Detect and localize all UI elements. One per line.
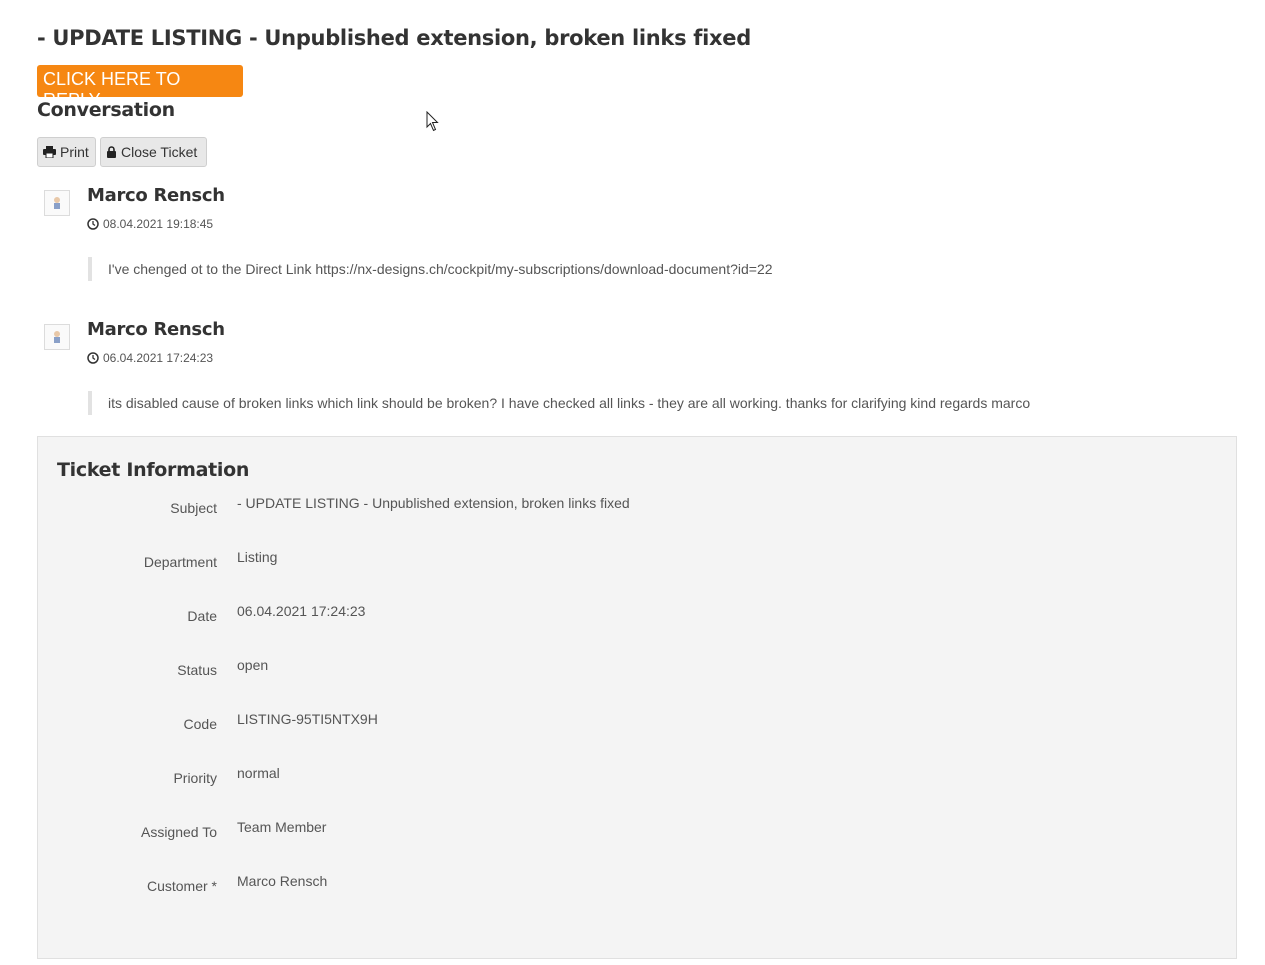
clock-icon xyxy=(87,218,99,230)
user-avatar-icon xyxy=(44,190,70,216)
ticket-title: - UPDATE LISTING - Unpublished extension… xyxy=(37,26,751,50)
status-value: open xyxy=(237,657,269,673)
customer-label: Customer * xyxy=(146,878,217,894)
assigned-to-value: Team Member xyxy=(237,819,327,835)
user-avatar-icon xyxy=(44,324,70,350)
department-label: Department xyxy=(143,554,217,570)
priority-value: normal xyxy=(237,765,280,781)
clock-icon xyxy=(87,352,99,364)
date-label: Date xyxy=(187,608,217,624)
close-ticket-label: Close Ticket xyxy=(121,144,198,160)
assigned-to-label: Assigned To xyxy=(140,824,217,840)
ticket-information-panel: Ticket Information Subject - UPDATE LIST… xyxy=(37,436,1237,959)
status-label: Status xyxy=(177,662,217,678)
message-timestamp: 06.04.2021 17:24:23 xyxy=(87,351,213,365)
print-button[interactable]: Print xyxy=(37,137,96,167)
mouse-pointer-icon xyxy=(426,111,439,132)
date-value: 06.04.2021 17:24:23 xyxy=(237,603,366,619)
priority-label: Priority xyxy=(173,770,217,786)
message-author: Marco Rensch xyxy=(87,185,225,206)
message-timestamp-text: 06.04.2021 17:24:23 xyxy=(103,351,214,365)
message-author: Marco Rensch xyxy=(87,319,225,340)
close-ticket-button[interactable]: Close Ticket xyxy=(100,137,207,167)
message-timestamp-text: 08.04.2021 19:18:45 xyxy=(103,217,214,231)
customer-value: Marco Rensch xyxy=(237,873,328,889)
code-label: Code xyxy=(183,716,217,732)
department-value: Listing xyxy=(237,549,278,565)
code-value: LISTING-95TI5NTX9H xyxy=(237,711,378,727)
conversation-heading: Conversation xyxy=(37,99,175,121)
subject-label: Subject xyxy=(170,500,217,516)
message-timestamp: 08.04.2021 19:18:45 xyxy=(87,217,213,231)
printer-icon xyxy=(43,146,56,158)
message-body: I've chenged ot to the Direct Link https… xyxy=(88,257,773,281)
subject-value: - UPDATE LISTING - Unpublished extension… xyxy=(237,495,630,511)
lock-icon xyxy=(107,146,116,158)
message-body: its disabled cause of broken links which… xyxy=(88,391,1030,415)
print-button-label: Print xyxy=(60,144,89,160)
ticket-information-heading: Ticket Information xyxy=(57,459,250,481)
reply-button[interactable]: CLICK HERE TO REPLY xyxy=(37,65,243,110)
